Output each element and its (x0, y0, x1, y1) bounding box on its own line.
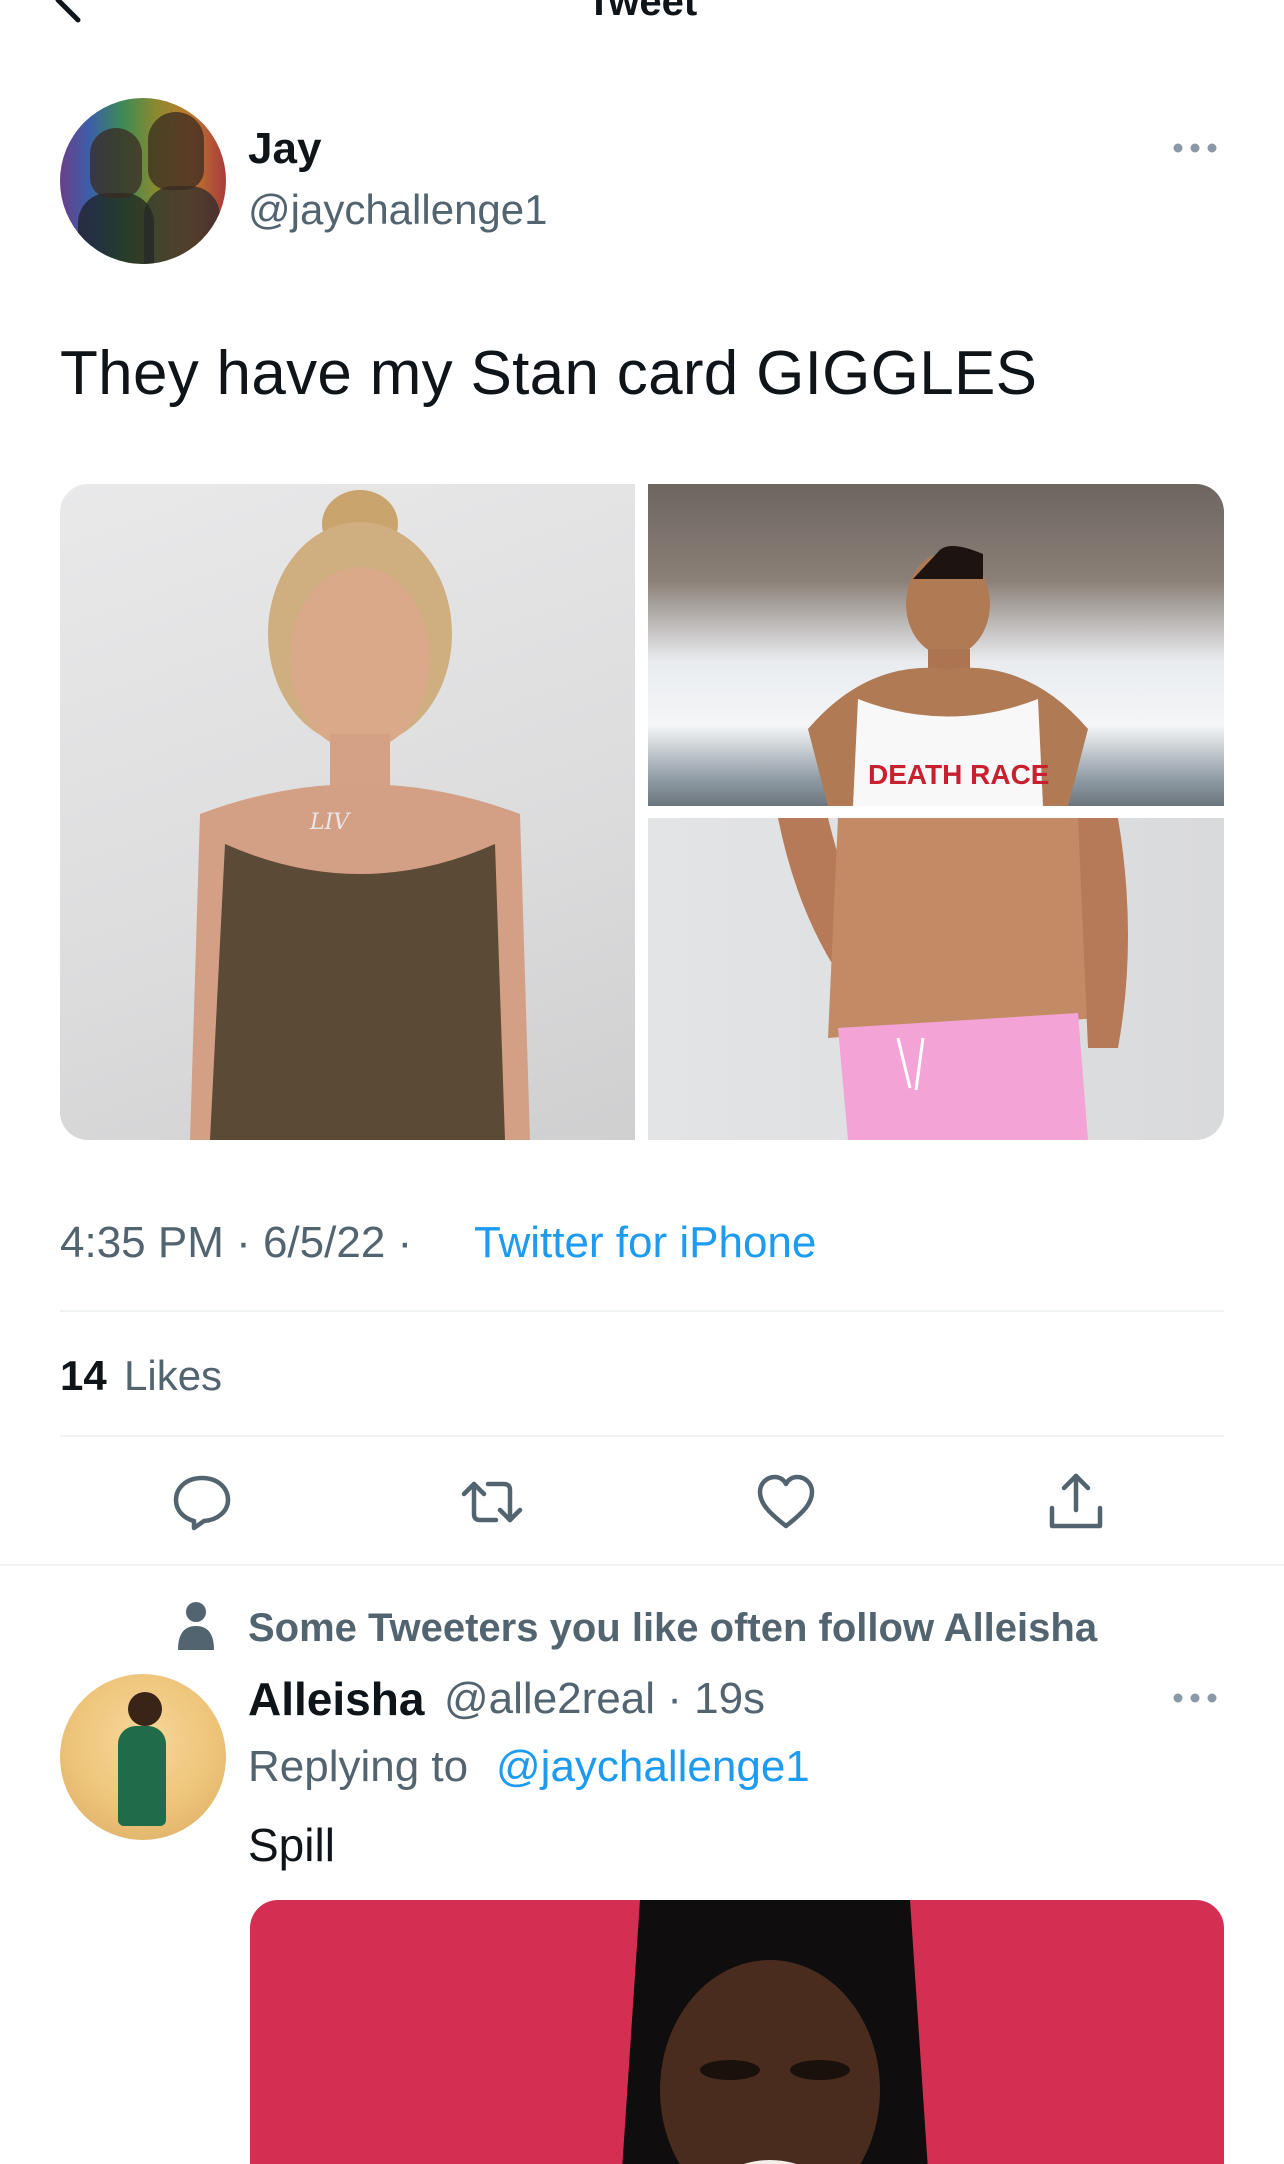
author-name[interactable]: Jay (248, 124, 321, 174)
share-button[interactable] (1044, 1470, 1108, 1534)
divider (60, 1310, 1224, 1312)
photo-man-snow-image: DEATH RACE (808, 545, 1088, 806)
page-title: Tweet (586, 0, 698, 24)
reply-gif-image (622, 1900, 928, 2164)
tweet-source-link[interactable]: Twitter for iPhone (474, 1218, 816, 1268)
reply-button[interactable] (170, 1470, 234, 1534)
liv-pendant-text: LIV (309, 810, 351, 835)
photo-woman-image: LIV (190, 490, 530, 1140)
photo-man-shorts-image (778, 818, 1128, 1140)
replying-to-label: Replying to (248, 1742, 469, 1791)
more-options-button[interactable] (1170, 138, 1220, 158)
heart-icon (757, 1474, 815, 1529)
more-icon (1173, 143, 1217, 153)
divider (60, 1435, 1224, 1437)
retweet-icon (461, 1481, 523, 1523)
likes-label[interactable]: Likes (124, 1352, 222, 1400)
reply-author-name[interactable]: Alleisha (248, 1672, 424, 1726)
tweet-timestamp: 4:35 PM · 6/5/22 · (60, 1218, 413, 1267)
section-divider (0, 1564, 1284, 1566)
reply-avatar[interactable] (60, 1674, 226, 1840)
social-context-text: Some Tweeters you like often follow Alle… (248, 1606, 1098, 1650)
share-icon (1049, 1473, 1103, 1529)
author-handle[interactable]: @jaychallenge1 (248, 186, 548, 234)
tweet-photo-death-race[interactable]: DEATH RACE (648, 484, 1224, 806)
like-button[interactable] (754, 1470, 818, 1534)
tweet-photo-liv[interactable]: LIV (60, 484, 635, 1140)
reply-author-meta[interactable]: @alle2real · 19s (444, 1674, 765, 1724)
reply-text: Spill (248, 1819, 335, 1871)
likes-count[interactable]: 14 (60, 1352, 107, 1400)
person-icon (176, 1600, 216, 1652)
tweet-text: They have my Stan card GIGGLES (60, 339, 1038, 408)
tweet-photo-pink-shorts[interactable] (648, 818, 1224, 1140)
replying-to-handle[interactable]: @jaychallenge1 (496, 1742, 810, 1792)
more-icon (1173, 1693, 1217, 1703)
retweet-button[interactable] (460, 1470, 524, 1534)
avatar[interactable] (60, 98, 226, 264)
reply-media[interactable] (250, 1900, 1224, 2164)
reply-more-options-button[interactable] (1170, 1688, 1220, 1708)
death-race-shirt-text: DEATH RACE (868, 759, 1049, 790)
reply-icon (173, 1475, 231, 1531)
